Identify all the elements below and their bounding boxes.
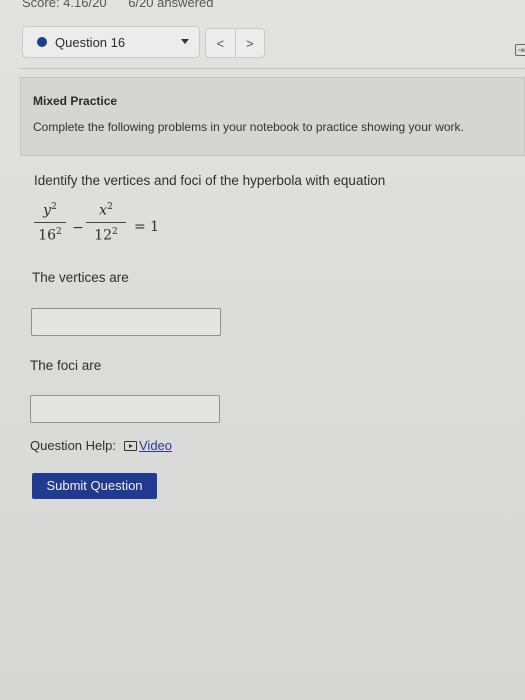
score-text: Score: 4.16/20 [22,0,107,10]
fraction-bar [34,221,66,223]
question-status-dot [37,37,47,47]
vertices-answer-input[interactable] [31,308,221,336]
video-icon [124,440,137,451]
fraction-y-numerator: y2 [43,202,57,219]
fraction-x-denominator: 122 [94,226,118,244]
fraction-x-numerator: x2 [99,202,113,219]
chevron-right-icon: > [245,35,254,51]
chevron-down-icon [181,39,189,44]
question-selector[interactable]: Question 16 [22,26,200,58]
fraction-x: x2 122 [86,202,126,243]
minus-operator: − [72,220,84,236]
question-help: Question Help: Video [30,438,172,453]
answered-count: 6/20 answered [128,0,214,10]
foci-label: The foci are [30,358,102,373]
fraction-y: y2 162 [34,202,66,243]
question-selector-label: Question 16 [55,34,126,50]
equals-one: = 1 [134,219,160,235]
practice-text: Complete the following problems in your … [33,120,464,134]
page: Score: 4.16/20 6/20 answered Question 16… [0,0,525,700]
video-link-label: Video [139,438,173,453]
expand-panel-icon[interactable]: ⇥ [515,44,525,56]
fraction-bar [86,221,126,223]
question-help-label: Question Help: [30,438,116,453]
previous-question-button[interactable]: < [206,29,235,57]
vertices-label: The vertices are [32,270,129,285]
practice-title: Mixed Practice [33,94,118,108]
question-nav-buttons: < > [205,28,265,58]
chevron-left-icon: < [216,35,225,51]
fraction-y-denominator: 162 [38,226,62,244]
problem-prompt: Identify the vertices and foci of the hy… [34,173,386,188]
foci-answer-input[interactable] [30,395,220,423]
next-question-button[interactable]: > [234,29,265,57]
video-help-link[interactable]: Video [124,438,172,453]
score-line: Score: 4.16/20 6/20 answered [22,0,231,10]
header-divider [20,68,525,69]
submit-question-button[interactable]: Submit Question [32,473,157,499]
practice-instructions: Mixed Practice Complete the following pr… [20,77,525,156]
